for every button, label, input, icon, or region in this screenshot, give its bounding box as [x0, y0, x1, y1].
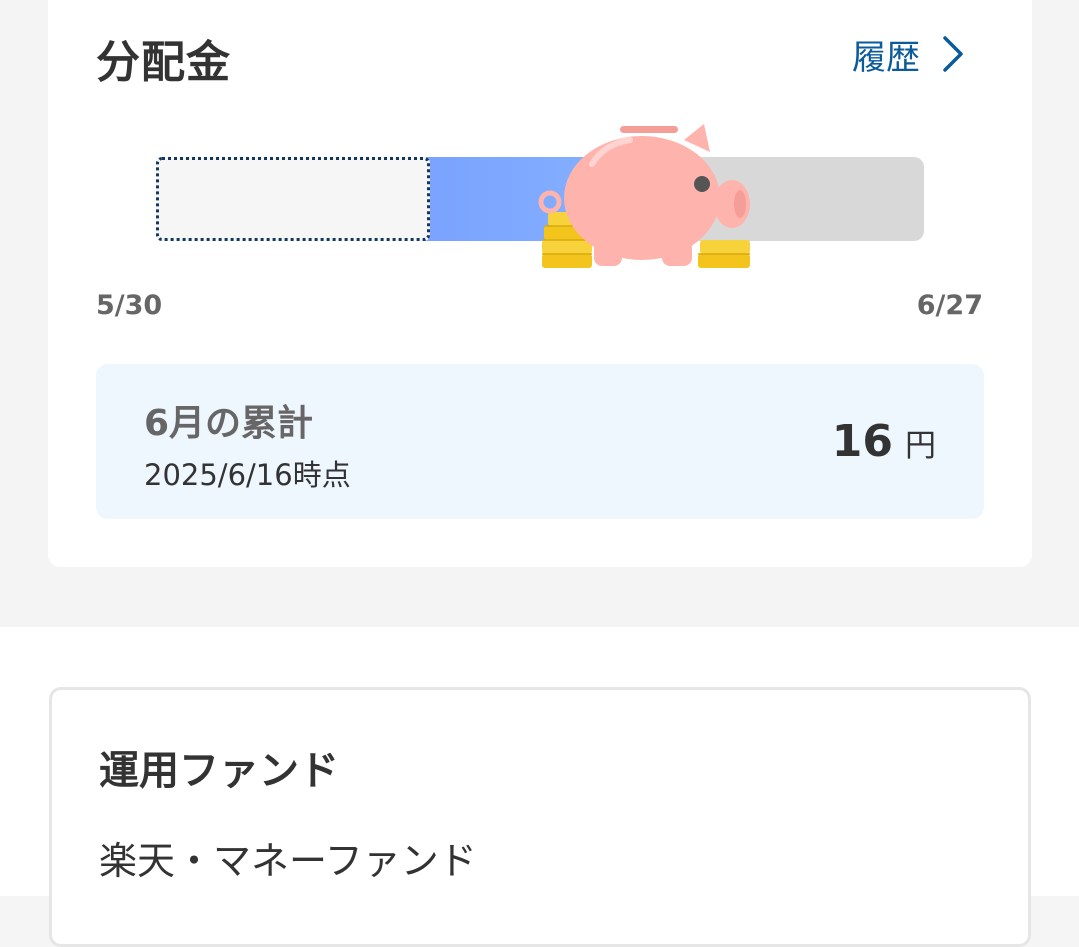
coin-stack-icon: [698, 240, 750, 268]
monthly-total-as-of: 2025/6/16時点: [144, 458, 351, 492]
monthly-total-amount: 16 円: [832, 416, 936, 467]
history-link[interactable]: 履歴: [852, 32, 964, 78]
fund-card: 運用ファンド 楽天・マネーファンド: [49, 687, 1031, 947]
history-link-label: 履歴: [852, 37, 920, 78]
progress-start-segment: [156, 157, 430, 241]
monthly-total-title: 6月の累計: [144, 403, 314, 444]
monthly-total-box: 6月の累計 2025/6/16時点 16 円: [96, 364, 984, 519]
monthly-total-unit: 円: [905, 428, 936, 464]
chevron-right-icon: [943, 36, 963, 72]
fund-section-heading: 運用ファンド: [99, 748, 339, 794]
progress-start-date: 5/30: [96, 290, 163, 321]
progress-end-date: 6/27: [916, 290, 983, 321]
piggy-bank-icon: [538, 124, 750, 268]
monthly-total-value: 16: [831, 416, 893, 467]
fund-name[interactable]: 楽天・マネーファンド: [99, 830, 477, 885]
dividend-title: 分配金: [96, 37, 231, 88]
